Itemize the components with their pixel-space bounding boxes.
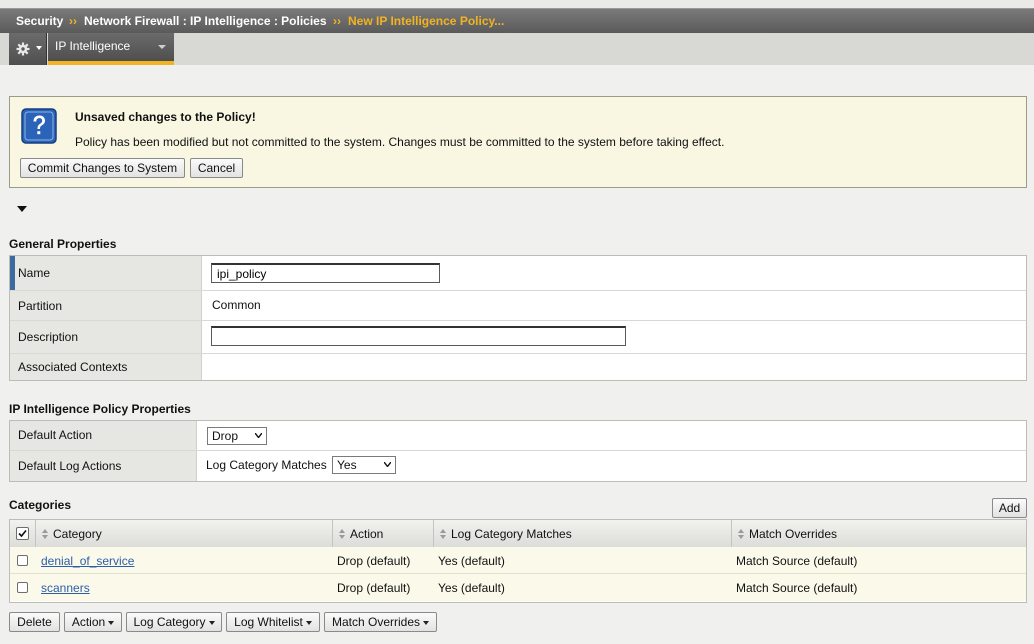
question-icon [21,108,57,144]
name-label: Name [18,266,51,280]
alert-title: Unsaved changes to the Policy! [75,110,256,124]
gear-menu-button[interactable] [9,33,47,65]
collapse-toggle-icon[interactable] [17,206,27,212]
categories-table: Category Action Log Category Matches Mat… [9,519,1027,603]
gear-icon [16,42,30,56]
row-checkbox[interactable] [17,582,28,593]
log-category-matches-select[interactable]: Yes [332,456,396,474]
table-row: scanners Drop (default) Yes (default) Ma… [10,574,1026,601]
general-properties-table: Name Partition Common Description Associ… [9,255,1027,381]
commit-changes-button[interactable]: Commit Changes to System [20,158,185,178]
default-log-actions-label: Default Log Actions [18,459,122,473]
row-match-override: Match Source (default) [736,554,858,568]
breadcrumb-security[interactable]: Security [16,14,63,28]
associated-contexts-row: Associated Contexts [10,354,1026,380]
action-menu-button[interactable]: Action [64,612,122,632]
category-link[interactable]: denial_of_service [41,554,134,568]
column-header-action[interactable]: Action [333,520,434,547]
chevron-down-icon [423,620,430,625]
name-field[interactable] [211,263,440,283]
default-action-row: Default Action Drop [10,421,1026,451]
ipi-properties-title: IP Intelligence Policy Properties [9,402,191,416]
top-strip [0,0,1034,8]
breadcrumb-current: New IP Intelligence Policy... [348,14,505,28]
description-label: Description [18,330,79,344]
row-checkbox[interactable] [17,555,28,566]
row-log-category: Yes (default) [438,581,505,595]
breadcrumb-separator: ›› [69,14,77,28]
column-header-category[interactable]: Category [36,520,333,547]
associated-contexts-label: Associated Contexts [18,360,128,374]
tab-bar: IP Intelligence [0,33,1034,65]
match-overrides-menu-button[interactable]: Match Overrides [324,612,437,632]
checkmark-icon [18,529,27,538]
add-category-button[interactable]: Add [992,498,1027,518]
description-row: Description [10,321,1026,354]
chevron-down-icon [208,620,215,625]
category-link[interactable]: scanners [41,581,90,595]
description-field[interactable] [211,326,626,346]
partition-row: Partition Common [10,291,1026,321]
column-header-log-category-matches[interactable]: Log Category Matches [434,520,732,547]
partition-label: Partition [18,299,63,313]
default-action-select[interactable]: Drop [207,427,267,445]
row-action: Drop (default) [337,581,411,595]
column-header-match-overrides[interactable]: Match Overrides [732,520,1026,547]
default-log-actions-row: Default Log Actions Log Category Matches… [10,451,1026,481]
alert-message: Policy has been modified but not committ… [75,135,725,149]
tab-ip-intelligence[interactable]: IP Intelligence [48,33,174,65]
row-action: Drop (default) [337,554,411,568]
breadcrumb-separator: ›› [333,14,341,28]
chevron-down-icon [158,45,166,49]
chevron-down-icon [36,46,42,50]
general-properties-title: General Properties [9,237,117,251]
chevron-down-icon [255,433,262,438]
partition-value: Common [212,298,261,312]
unsaved-changes-alert: Unsaved changes to the Policy! Policy ha… [9,96,1027,188]
log-category-menu-button[interactable]: Log Category [126,612,222,632]
sort-icon [339,529,345,539]
delete-button[interactable]: Delete [9,612,60,632]
ipi-properties-table: Default Action Drop Default Log Actions … [9,420,1027,482]
breadcrumb: Security ›› Network Firewall : IP Intell… [0,8,1034,33]
row-log-category: Yes (default) [438,554,505,568]
log-category-matches-label: Log Category Matches [206,458,327,472]
select-all-cell [10,520,36,547]
sort-icon [440,529,446,539]
sort-icon [738,529,744,539]
default-action-label: Default Action [18,428,93,442]
row-match-override: Match Source (default) [736,581,858,595]
tab-label: IP Intelligence [55,39,131,53]
categories-title: Categories [9,498,72,512]
chevron-down-icon [108,620,115,625]
name-row: Name [10,256,1026,291]
breadcrumb-policies[interactable]: Network Firewall : IP Intelligence : Pol… [84,14,327,28]
required-marker [10,256,15,290]
log-whitelist-menu-button[interactable]: Log Whitelist [226,612,320,632]
cancel-button[interactable]: Cancel [190,158,243,178]
chevron-down-icon [305,620,312,625]
select-all-checkbox[interactable] [16,527,29,540]
sort-icon [42,529,48,539]
chevron-down-icon [384,462,391,467]
table-row: denial_of_service Drop (default) Yes (de… [10,547,1026,574]
table-header: Category Action Log Category Matches Mat… [10,520,1026,548]
